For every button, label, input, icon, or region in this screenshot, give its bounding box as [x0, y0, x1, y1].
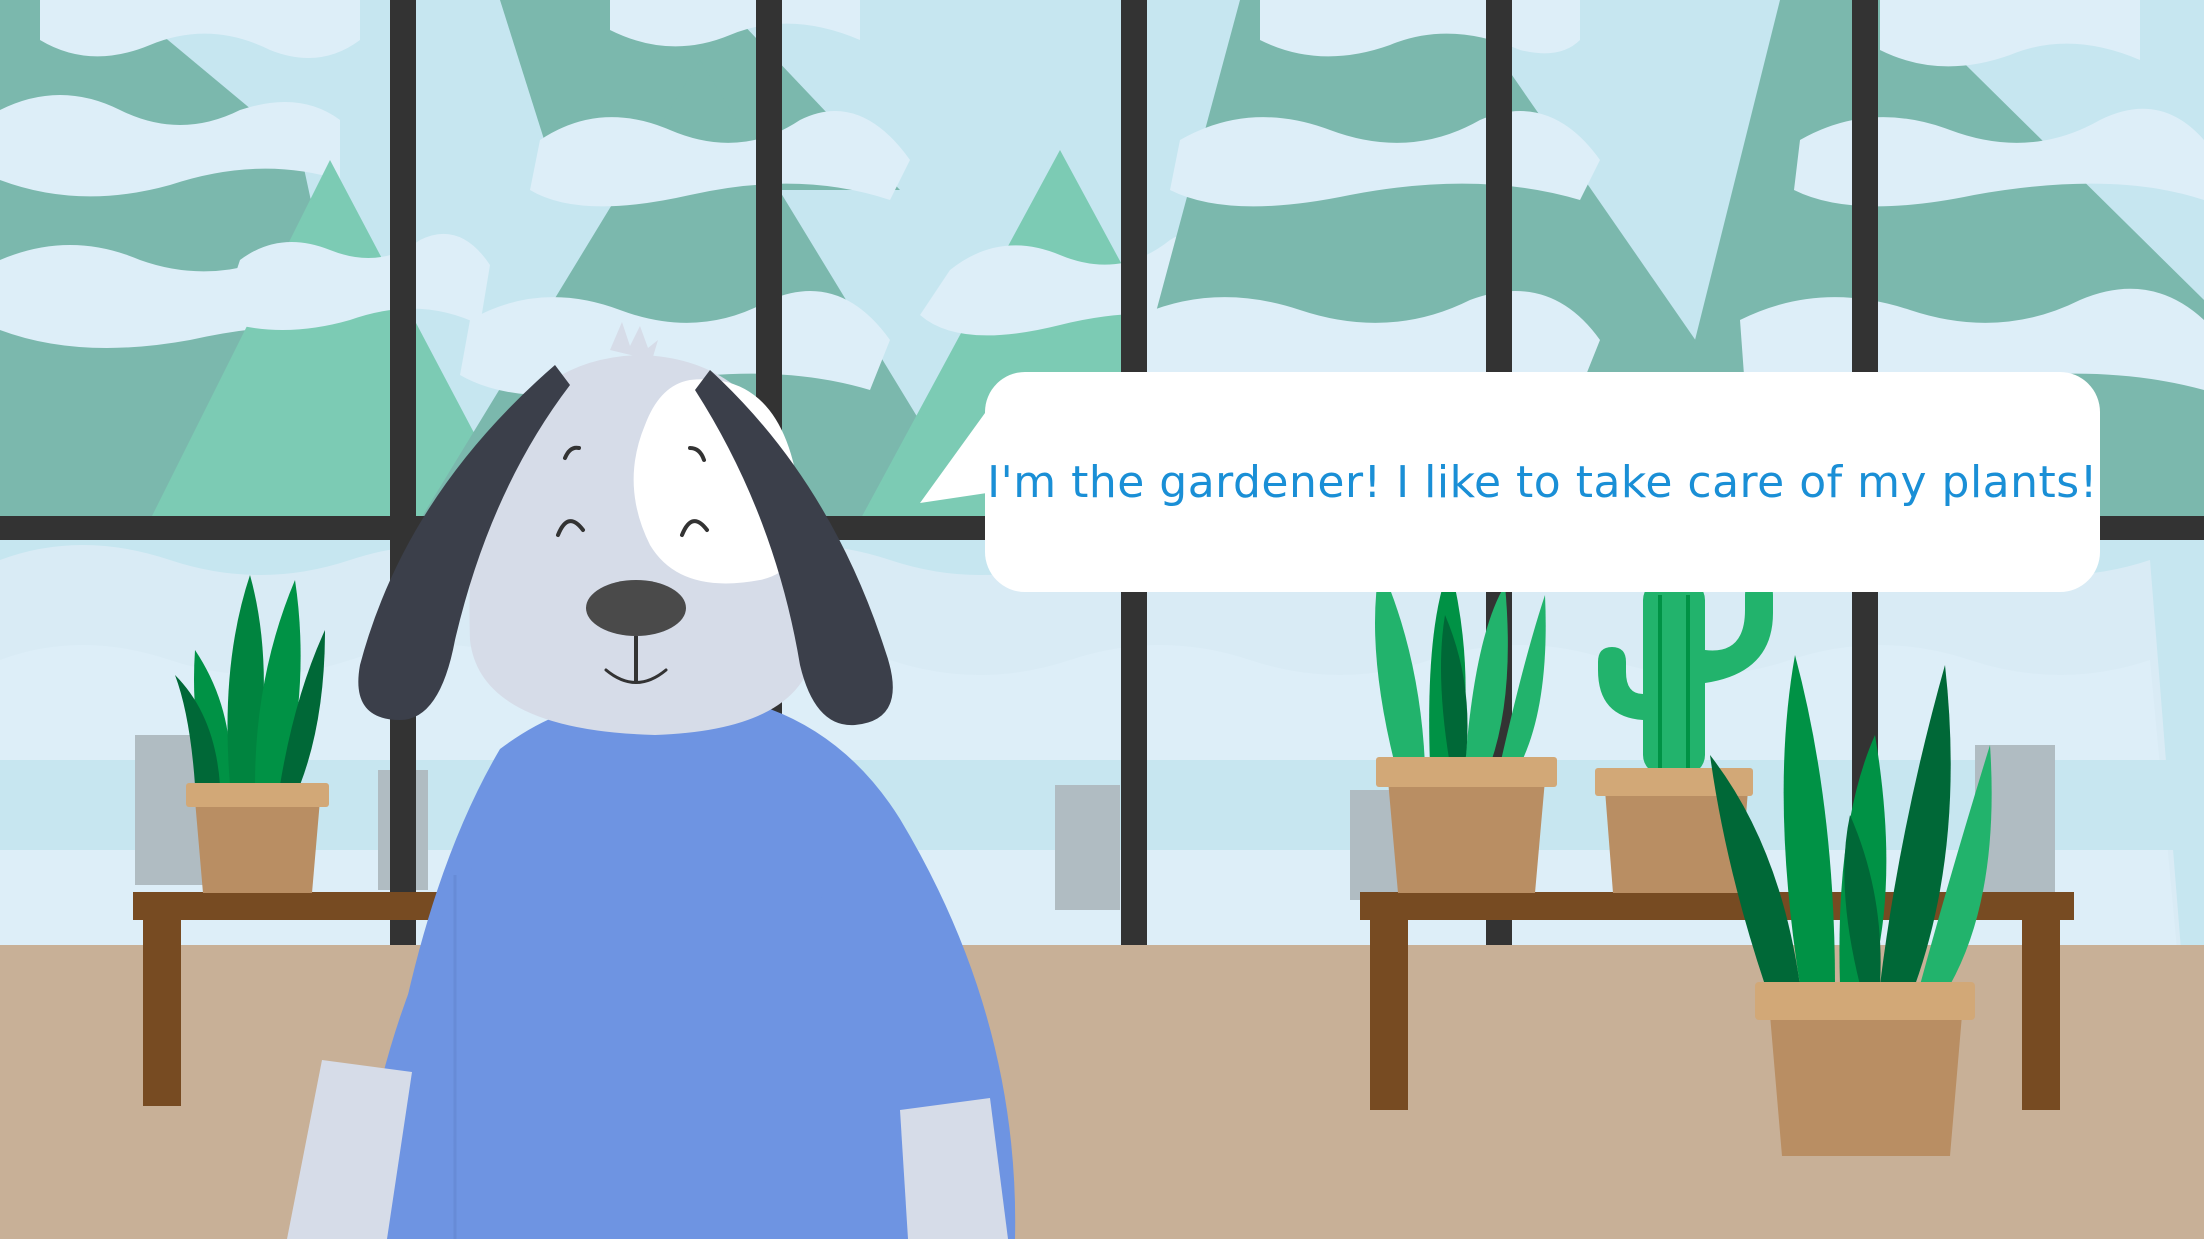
game-scene: I'm the gardener! I like to take care of… [0, 0, 2204, 1239]
speech-bubble-text: I'm the gardener! I like to take care of… [987, 456, 2098, 508]
